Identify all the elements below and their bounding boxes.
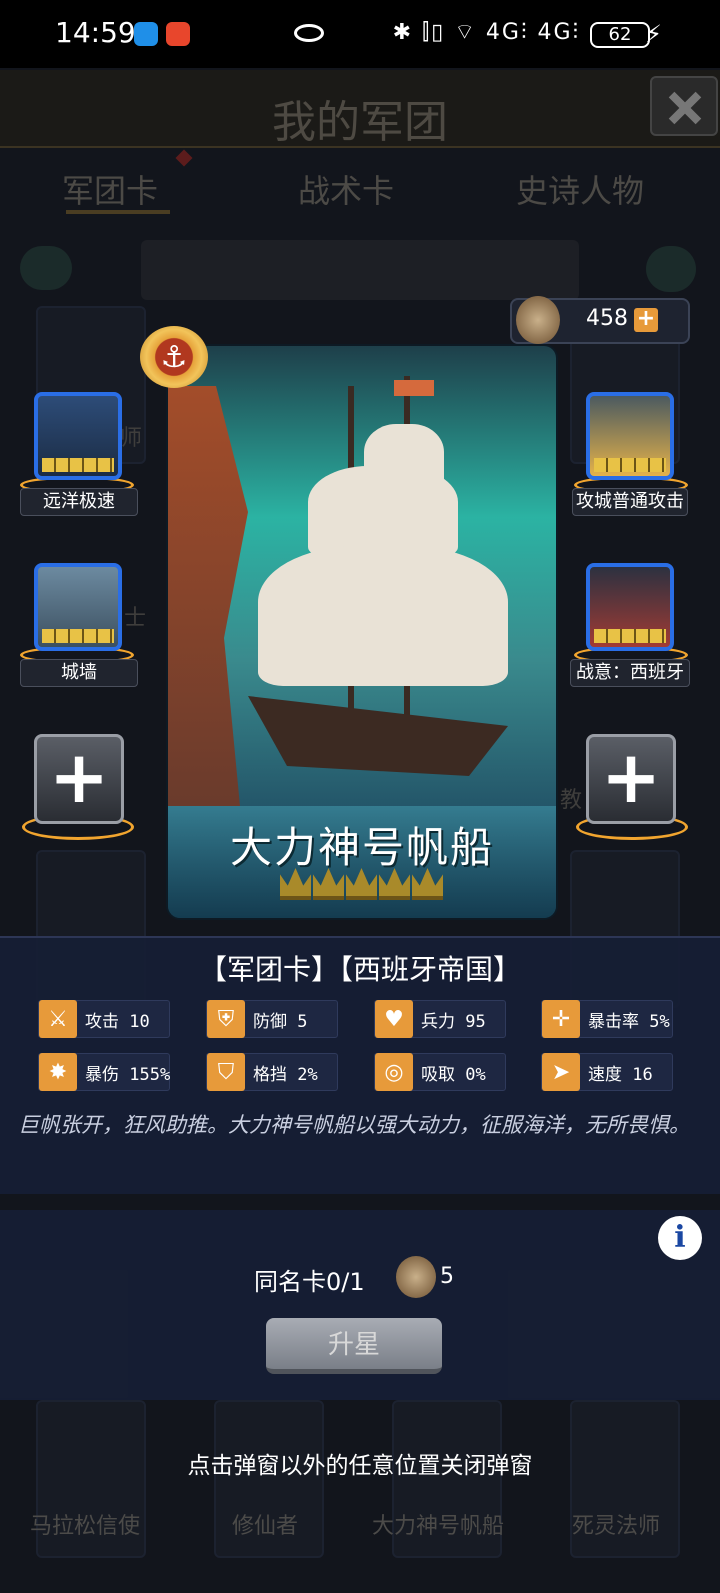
- ship-flag: [394, 380, 434, 396]
- skill-slot-spain-spirit[interactable]: [586, 563, 674, 651]
- filter-icon[interactable]: [646, 246, 696, 292]
- card-description: 巨帆张开，狂风助推。大力神号帆船以强大动力，征服海洋，无所畏惧。: [18, 1113, 690, 1137]
- battery-icon: 62: [590, 22, 650, 48]
- currency-value: 458: [586, 306, 628, 331]
- page-title: 我的军团: [272, 97, 448, 148]
- absorb-icon: ◎: [375, 1053, 413, 1091]
- ship-hull: [248, 696, 508, 776]
- charging-icon: ⚡: [645, 20, 662, 48]
- stat-text: 暴击率 5%: [588, 1011, 670, 1032]
- star-up-button[interactable]: 升星: [266, 1318, 442, 1374]
- close-button[interactable]: [650, 76, 718, 136]
- bg-card-label: 马拉松信使: [30, 1514, 141, 1539]
- crown-icon: [412, 868, 443, 900]
- bg-card-label: 死灵法师: [572, 1514, 661, 1539]
- tab-legion-cards[interactable]: 军团卡: [62, 166, 158, 212]
- skill-label: 攻城普通攻击: [572, 488, 688, 516]
- stat-defense: ⛨ 防御 5: [206, 1000, 338, 1038]
- bg-side-label: 士: [124, 606, 147, 631]
- stat-crit-damage: ✸ 暴伤 155%: [38, 1053, 170, 1091]
- duplicate-card-count: 同名卡0/1: [254, 1268, 365, 1296]
- stat-text: 攻击 10: [85, 1011, 150, 1032]
- skill-crowns: [42, 629, 114, 643]
- stat-text: 格挡 2%: [253, 1064, 318, 1085]
- bg-side-label: 师: [120, 426, 143, 451]
- sword-icon: ⚔: [39, 1000, 77, 1038]
- skill-slot-ocean-speed[interactable]: [34, 392, 122, 480]
- star-rating: [280, 868, 444, 900]
- stat-text: 防御 5: [253, 1011, 308, 1032]
- skill-crowns: [594, 458, 666, 472]
- stat-text: 暴伤 155%: [85, 1064, 171, 1085]
- search-input[interactable]: [141, 240, 579, 300]
- add-skill-button[interactable]: +: [586, 734, 676, 824]
- skill-crowns: [594, 629, 666, 643]
- ship-sail: [258, 546, 508, 686]
- stat-speed: ➤ 速度 16: [541, 1053, 673, 1091]
- stat-block: ⛉ 格挡 2%: [206, 1053, 338, 1091]
- stat-text: 兵力 95: [421, 1011, 486, 1032]
- skill-slot-city-wall[interactable]: [34, 563, 122, 651]
- info-icon[interactable]: i: [658, 1216, 702, 1260]
- card-name: 大力神号帆船: [229, 823, 494, 872]
- stat-attack: ⚔ 攻击 10: [38, 1000, 170, 1038]
- burst-icon: ✸: [39, 1053, 77, 1091]
- tab-epic-heroes[interactable]: 史诗人物: [516, 166, 644, 212]
- status-icons: ✱ ⫿▯ ⌔ 4G⫶ 4G⫶: [392, 20, 580, 45]
- tab-tactic-cards[interactable]: 战术卡: [298, 166, 394, 212]
- skill-label: 战意：西班牙: [570, 659, 690, 687]
- stat-crit-rate: ✛ 暴击率 5%: [541, 1000, 673, 1038]
- add-currency-button[interactable]: +: [634, 308, 658, 332]
- browser-app-icon: [134, 22, 158, 46]
- cliff-illustration: [168, 386, 248, 806]
- skill-crowns: [42, 458, 114, 472]
- skill-slot-siege-attack[interactable]: [586, 392, 674, 480]
- close-hint: 点击弹窗以外的任意位置关闭弹窗: [187, 1453, 533, 1479]
- card-artwork: 大力神号帆船: [168, 346, 556, 918]
- skill-label: 城墙: [20, 659, 138, 687]
- stat-text: 速度 16: [588, 1064, 653, 1085]
- boot-icon: ➤: [542, 1053, 580, 1091]
- ship-sail: [308, 466, 458, 556]
- bg-card-label: 修仙者: [232, 1514, 299, 1539]
- eye-icon: [294, 24, 324, 42]
- crown-icon: [346, 868, 377, 900]
- alert-app-icon: [166, 22, 190, 46]
- heart-icon: ♥: [375, 1000, 413, 1038]
- bg-side-label: 教: [560, 788, 583, 813]
- status-time: 14:59: [55, 16, 136, 49]
- stat-text: 吸取 0%: [421, 1064, 486, 1085]
- parry-icon: ⛉: [207, 1053, 245, 1091]
- add-skill-button[interactable]: +: [34, 734, 124, 824]
- stat-absorb: ◎ 吸取 0%: [374, 1053, 506, 1091]
- shield-icon: ⛨: [207, 1000, 245, 1038]
- anchor-icon: ⚓: [140, 326, 208, 388]
- bg-card-label: 大力神号帆船: [372, 1514, 505, 1539]
- crown-icon: [379, 868, 410, 900]
- active-tab-underline: [66, 210, 170, 214]
- medal-icon: [396, 1256, 436, 1298]
- stat-troops: ♥ 兵力 95: [374, 1000, 506, 1038]
- medal-cost: 5: [440, 1264, 454, 1289]
- skill-label: 远洋极速: [20, 488, 138, 516]
- crown-icon: [280, 868, 311, 900]
- crown-icon: [313, 868, 344, 900]
- menu-icon[interactable]: [20, 246, 72, 290]
- crosshair-icon: ✛: [542, 1000, 580, 1038]
- card-tags: 【军团卡】【西班牙帝国】: [198, 953, 521, 986]
- medal-icon: [516, 296, 560, 344]
